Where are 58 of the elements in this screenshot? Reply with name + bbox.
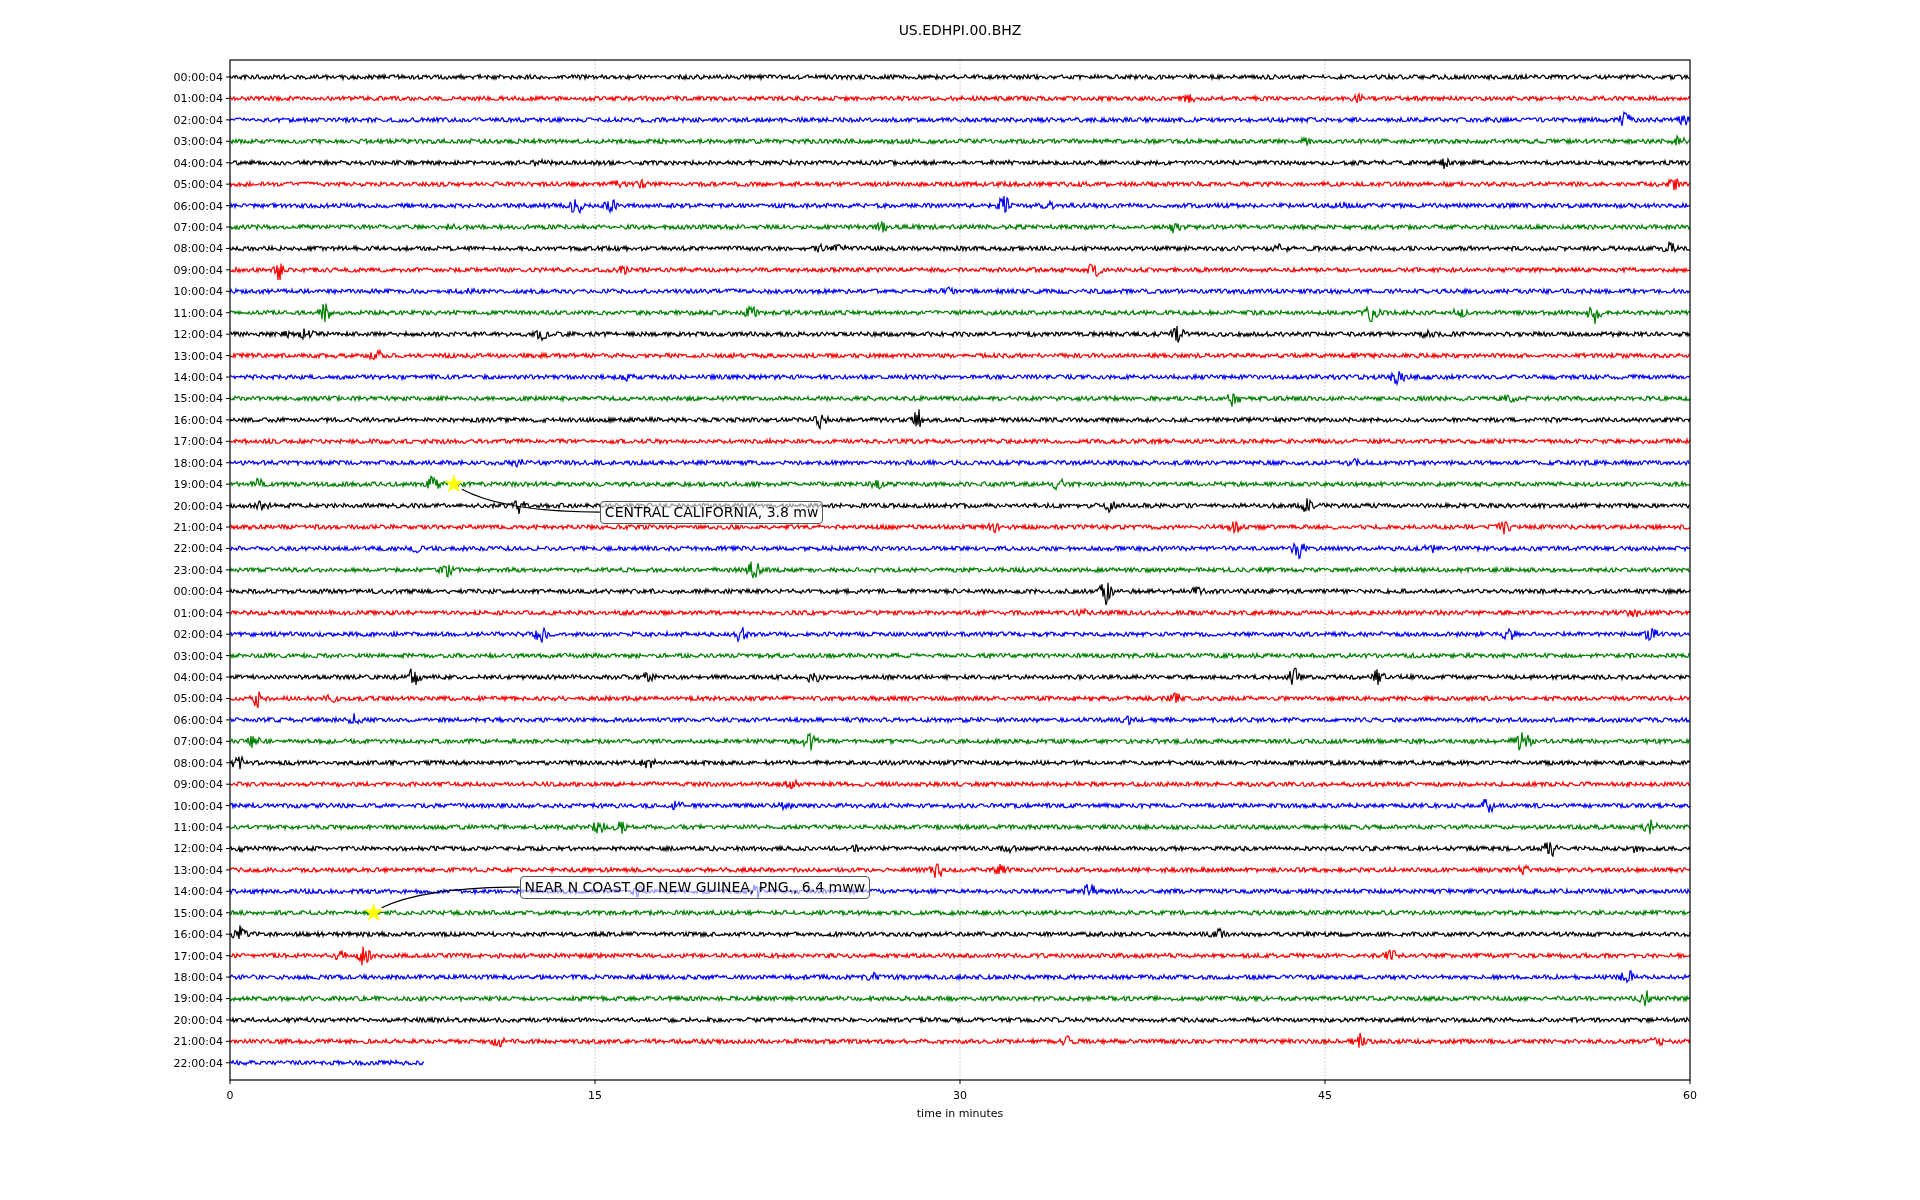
y-tick-label: 14:00:04 — [173, 885, 223, 899]
y-tick-label: 20:00:04 — [173, 1013, 223, 1027]
y-tick-label: 12:00:04 — [173, 328, 223, 342]
y-tick-label: 09:00:04 — [173, 778, 223, 792]
y-tick-label: 03:00:04 — [173, 649, 223, 663]
y-tick-label: 16:00:04 — [173, 928, 223, 942]
x-tick-label: 0 — [226, 1089, 234, 1102]
x-tick-label: 15 — [588, 1089, 602, 1102]
y-tick-label: 00:00:04 — [173, 585, 223, 599]
y-tick-label: 19:00:04 — [173, 992, 223, 1006]
y-tick-label: 17:00:04 — [173, 435, 223, 449]
y-tick-label: 05:00:04 — [173, 178, 223, 192]
x-tick-label: 30 — [953, 1089, 967, 1102]
x-tick-label: 60 — [1683, 1089, 1697, 1102]
y-tick-label: 08:00:04 — [173, 242, 223, 256]
y-tick-label: 18:00:04 — [173, 456, 223, 470]
y-tick-label: 03:00:04 — [173, 135, 223, 149]
y-tick-label: 22:00:04 — [173, 542, 223, 556]
y-tick-label: 18:00:04 — [173, 971, 223, 985]
x-tick-label: 45 — [1318, 1089, 1332, 1102]
event-annotation: NEAR N COAST OF NEW GUINEA, PNG., 6.4 mww — [519, 876, 871, 900]
y-tick-label: 15:00:04 — [173, 906, 223, 920]
y-tick-label: 08:00:04 — [173, 756, 223, 770]
y-tick-label: 09:00:04 — [173, 263, 223, 277]
y-tick-label: 06:00:04 — [173, 199, 223, 213]
chart-title: US.EDHPI.00.BHZ — [898, 22, 1022, 38]
y-tick-label: 10:00:04 — [173, 285, 223, 299]
y-tick-label: 21:00:04 — [173, 1035, 223, 1049]
y-tick-label: 13:00:04 — [173, 863, 223, 877]
axis-label: time in minutes — [916, 1107, 1004, 1120]
y-tick-label: 05:00:04 — [173, 692, 223, 706]
y-tick-label: 07:00:04 — [173, 735, 223, 749]
y-tick-label: 14:00:04 — [173, 371, 223, 384]
y-tick-label: 23:00:04 — [173, 563, 223, 577]
y-tick-label: 19:00:04 — [173, 478, 223, 492]
y-tick-label: 01:00:04 — [173, 606, 223, 620]
y-tick-label: 06:00:04 — [173, 713, 223, 727]
star-icon — [364, 902, 384, 921]
y-tick-label: 11:00:04 — [173, 306, 223, 320]
y-tick-label: 15:00:04 — [173, 392, 223, 406]
y-tick-label: 16:00:04 — [173, 413, 223, 427]
event-annotation: CENTRAL CALIFORNIA, 3.8 mw — [599, 501, 824, 524]
y-tick-label: 21:00:04 — [173, 521, 223, 535]
y-tick-label: 07:00:04 — [173, 221, 223, 234]
y-tick-label: 13:00:04 — [173, 349, 223, 363]
y-tick-label: 10:00:04 — [173, 799, 223, 813]
y-tick-label: 02:00:04 — [173, 113, 223, 127]
y-tick-label: 02:00:04 — [173, 628, 223, 642]
y-tick-label: 12:00:04 — [173, 842, 223, 856]
y-tick-label: 17:00:04 — [173, 949, 223, 963]
y-tick-label: 04:00:04 — [173, 156, 223, 170]
y-tick-label: 04:00:04 — [173, 671, 223, 685]
star-icon — [444, 474, 464, 493]
y-tick-label: 01:00:04 — [173, 92, 223, 106]
y-tick-label: 20:00:04 — [173, 499, 223, 513]
y-tick-label: 11:00:04 — [173, 821, 223, 835]
y-tick-label: 22:00:04 — [173, 1056, 223, 1070]
y-tick-label: 00:00:04 — [173, 71, 223, 84]
